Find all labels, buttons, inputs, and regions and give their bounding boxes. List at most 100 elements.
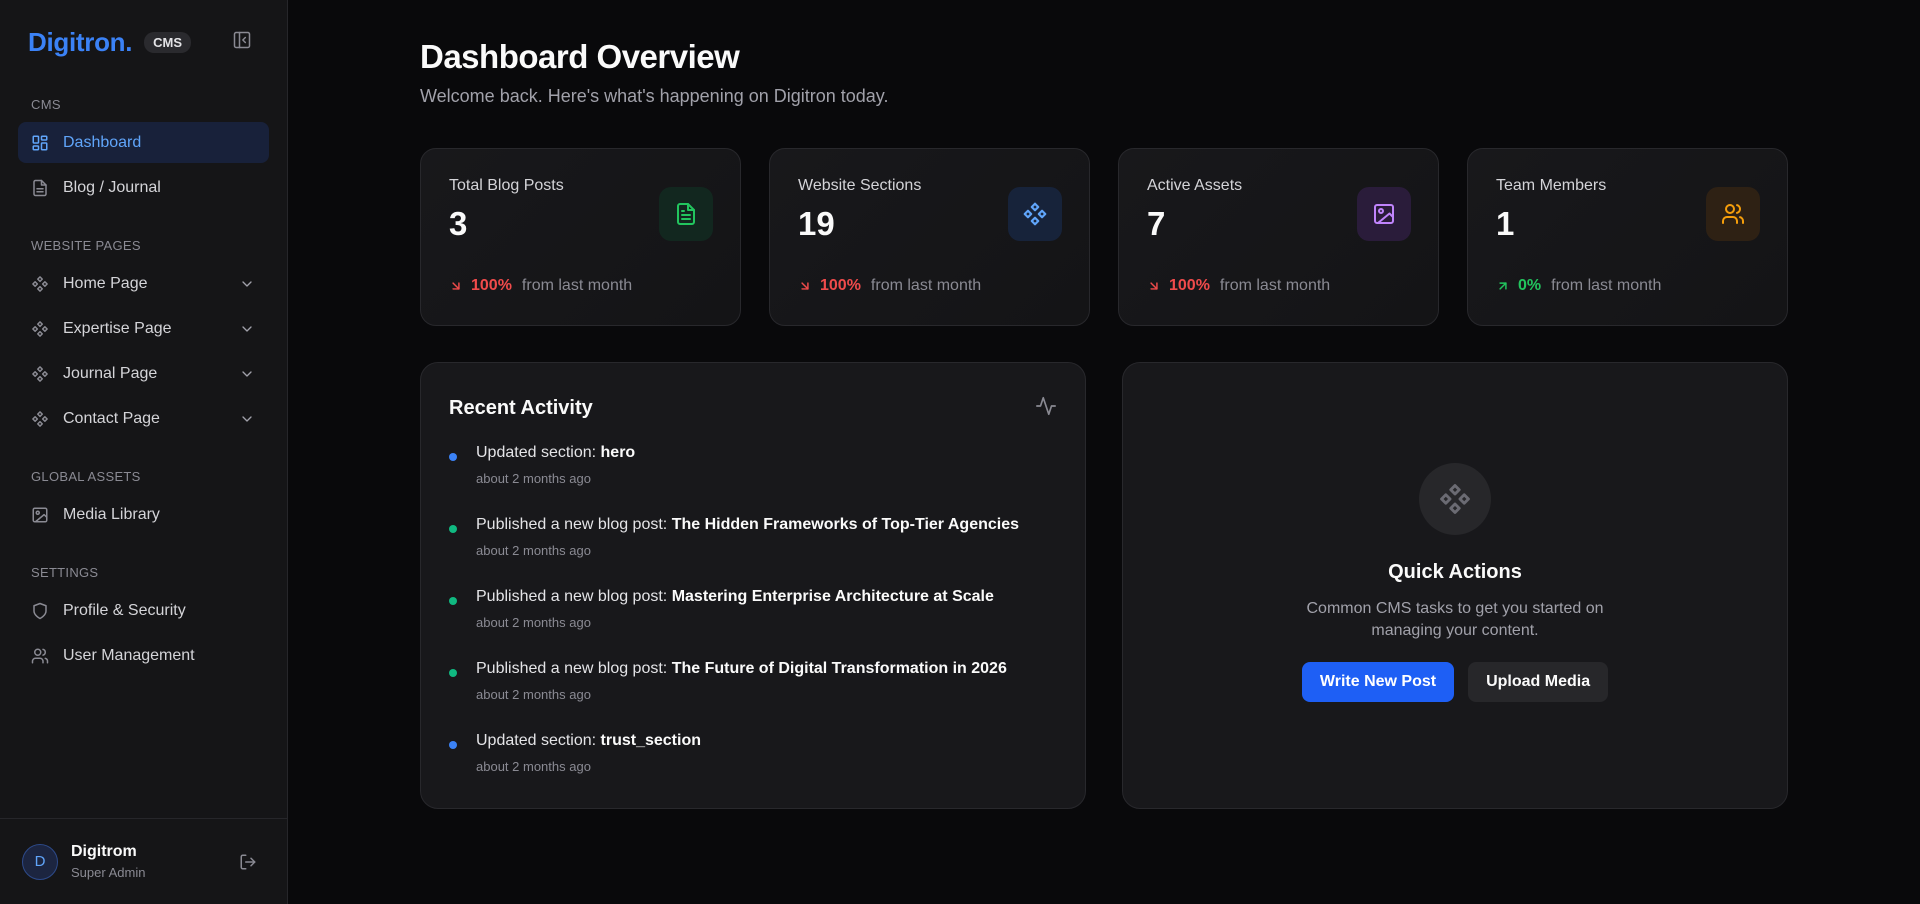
sidebar-item-media-library[interactable]: Media Library [18,494,269,535]
arrow-down-right-icon [449,279,463,293]
activity-dot [449,741,457,749]
sidebar-item-label: User Management [63,646,195,664]
stat-change-suffix: from last month [521,277,633,294]
stats-row: Total Blog Posts 3 100% from last month … [420,148,1788,326]
sidebar-item-blog-journal[interactable]: Blog / Journal [18,167,269,208]
activity-time: about 2 months ago [476,759,591,774]
stat-change: 100% [471,277,512,294]
arrow-down-right-icon [1147,279,1161,293]
stat-card-website-sections: Website Sections 19 100% from last month [769,148,1090,326]
stat-change-suffix: from last month [1219,277,1331,294]
sidebar-item-label: Home Page [63,274,148,292]
stat-card-active-assets: Active Assets 7 100% from last month [1118,148,1439,326]
quick-actions-panel: Quick Actions Common CMS tasks to get yo… [1122,362,1788,809]
nav-group-title-cms: CMS [31,97,61,112]
component-icon [1419,463,1491,535]
quick-actions-description: Common CMS tasks to get you started on m… [1306,600,1604,639]
chevron-down-icon[interactable] [239,321,255,337]
sidebar-item-home-page[interactable]: Home Page [18,263,269,304]
activity-subject: trust_section [600,732,701,749]
activity-list: Updated section: hero about 2 months ago… [449,444,1057,804]
activity-item[interactable]: Published a new blog post: The Future of… [449,660,1057,732]
activity-prefix: Published a new blog post: [476,660,672,677]
activity-time: about 2 months ago [476,471,591,486]
file-text-icon [659,187,713,241]
sidebar-item-label: Dashboard [63,133,142,151]
image-icon [1357,187,1411,241]
page-title: Dashboard Overview [420,38,740,75]
stat-card-team-members: Team Members 1 0% from last month [1467,148,1788,326]
activity-prefix: Published a new blog post: [476,516,672,533]
arrow-down-right-icon [798,279,812,293]
stat-card-blog-posts: Total Blog Posts 3 100% from last month [420,148,741,326]
activity-dot [449,597,457,605]
sidebar-item-label: Journal Page [63,364,158,382]
stat-change: 0% [1518,277,1542,294]
users-icon [31,647,49,665]
sidebar-item-user-management[interactable]: User Management [18,635,269,676]
activity-time: about 2 months ago [476,543,591,558]
activity-item[interactable]: Updated section: trust_section about 2 m… [449,732,1057,804]
sidebar-item-dashboard[interactable]: Dashboard [18,122,269,163]
arrow-up-right-icon [1496,279,1510,293]
activity-dot [449,525,457,533]
recent-activity-panel: Recent Activity Updated section: hero ab… [420,362,1086,809]
sidebar-nav: CMS Dashboard Blog / Journal WEBSITE PAG… [0,84,287,818]
chevron-down-icon[interactable] [239,411,255,427]
user-role: Super Admin [71,865,146,880]
logout-icon[interactable] [239,853,257,871]
activity-subject: Mastering Enterprise Architecture at Sca… [671,588,994,605]
activity-dot [449,669,457,677]
write-new-post-button[interactable]: Write New Post [1301,662,1455,702]
activity-item[interactable]: Updated section: hero about 2 months ago [449,444,1057,516]
component-icon [31,410,49,428]
main-content: Dashboard Overview Welcome back. Here's … [288,0,1920,904]
chevron-down-icon[interactable] [239,366,255,382]
sidebar: Digitron. CMS CMS Dashboard Blog / Journ… [0,0,288,904]
nav-group-title-global-assets: GLOBAL ASSETS [31,469,141,484]
users-icon [1706,187,1760,241]
activity-time: about 2 months ago [476,687,591,702]
avatar[interactable]: D [22,843,58,880]
sidebar-item-label: Blog / Journal [63,178,161,196]
activity-prefix: Updated section: [476,732,601,749]
activity-subject: The Hidden Frameworks of Top-Tier Agenci… [671,516,1020,533]
component-icon [1008,187,1062,241]
user-profile: D Digitrom Super Admin [0,818,287,904]
sidebar-item-expertise-page[interactable]: Expertise Page [18,308,269,349]
brand-logo[interactable]: Digitron. [28,27,132,58]
activity-prefix: Updated section: [476,444,601,461]
upload-media-button[interactable]: Upload Media [1468,662,1609,702]
component-icon [31,275,49,293]
sidebar-item-label: Media Library [63,505,160,523]
activity-item[interactable]: Published a new blog post: The Hidden Fr… [449,516,1057,588]
chevron-down-icon[interactable] [239,276,255,292]
activity-dot [449,453,457,461]
sidebar-item-label: Expertise Page [63,319,172,337]
stat-change: 100% [820,277,861,294]
sidebar-item-label: Profile & Security [63,601,186,619]
page-subtitle: Welcome back. Here's what's happening on… [420,86,889,106]
quick-actions-title: Quick Actions [1388,561,1522,583]
image-icon [31,506,49,524]
sidebar-item-journal-page[interactable]: Journal Page [18,353,269,394]
nav-group-title-settings: SETTINGS [31,565,99,580]
activity-subject: The Future of Digital Transformation in … [671,660,1007,677]
activity-subject: hero [600,444,636,461]
activity-prefix: Published a new blog post: [476,588,672,605]
component-icon [31,365,49,383]
nav-group-title-website-pages: WEBSITE PAGES [31,238,141,253]
sidebar-item-profile-security[interactable]: Profile & Security [18,590,269,631]
stat-change-suffix: from last month [1551,277,1662,294]
activity-time: about 2 months ago [476,615,591,630]
file-icon [31,179,49,197]
brand: Digitron. CMS [0,0,287,84]
activity-icon [1035,395,1057,417]
sidebar-collapse-icon[interactable] [232,30,252,50]
cms-badge: CMS [144,31,192,53]
sidebar-item-contact-page[interactable]: Contact Page [18,398,269,439]
sidebar-item-label: Contact Page [63,409,160,427]
activity-item[interactable]: Published a new blog post: Mastering Ent… [449,588,1057,660]
recent-activity-title: Recent Activity [449,397,593,419]
component-icon [31,320,49,338]
